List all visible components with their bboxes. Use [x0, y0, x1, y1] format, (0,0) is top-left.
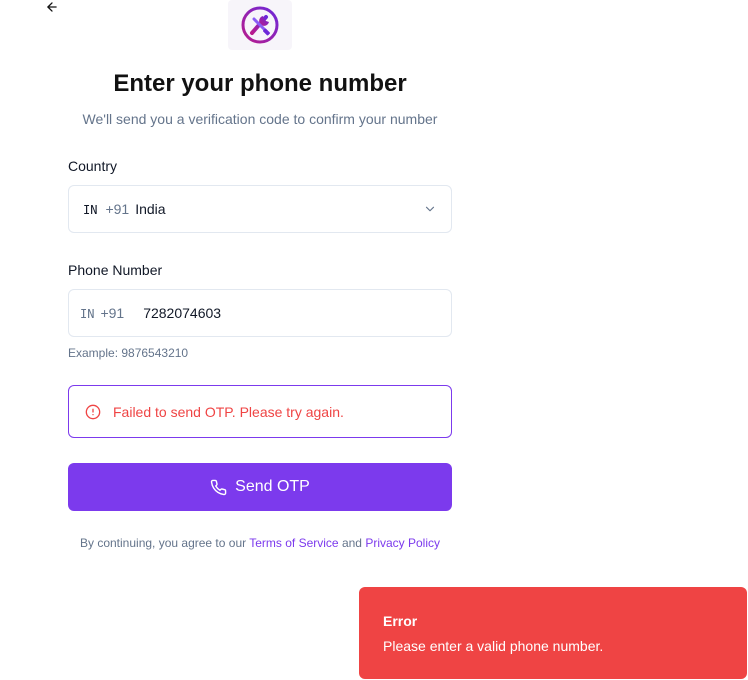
toast-title: Error — [383, 613, 418, 629]
country-label: Country — [68, 158, 118, 174]
privacy-policy-link[interactable]: Privacy Policy — [365, 536, 440, 550]
phone-iso-code: IN — [80, 307, 95, 321]
alert-message: Failed to send OTP. Please try again. — [113, 403, 344, 420]
arrow-left-icon — [47, 2, 57, 12]
wrench-screwdriver-logo — [241, 6, 279, 44]
send-otp-label: Send OTP — [235, 478, 310, 495]
alert-circle-icon — [85, 404, 101, 419]
page-subtitle: We'll send you a verification code to co… — [82, 111, 438, 127]
app-logo — [228, 0, 292, 50]
error-alert: Failed to send OTP. Please try again. — [68, 385, 452, 438]
country-iso-code: IN — [83, 203, 98, 217]
page-title: Enter your phone number — [113, 70, 407, 97]
back-button[interactable] — [43, 0, 61, 14]
phone-input[interactable] — [143, 305, 364, 321]
country-name: India — [135, 201, 166, 217]
country-dial-code: +91 — [105, 201, 130, 217]
error-toast[interactable]: Error Please enter a valid phone number. — [359, 587, 747, 679]
country-select[interactable]: IN +91 India — [68, 185, 452, 233]
chevron-down-icon — [425, 206, 435, 212]
phone-icon — [210, 479, 227, 495]
phone-example-hint: Example: 9876543210 — [68, 346, 189, 360]
terms-prefix: By continuing, you agree to our — [80, 536, 247, 550]
terms-and: and — [341, 536, 362, 550]
terms-notice: By continuing, you agree to our Terms of… — [68, 535, 452, 551]
send-otp-button[interactable]: Send OTP — [68, 463, 452, 511]
toast-message: Please enter a valid phone number. — [383, 638, 604, 654]
terms-of-service-link[interactable]: Terms of Service — [249, 536, 338, 550]
phone-dial-code: +91 — [100, 305, 125, 321]
phone-label: Phone Number — [68, 262, 163, 278]
phone-field[interactable]: IN +91 — [68, 289, 452, 337]
